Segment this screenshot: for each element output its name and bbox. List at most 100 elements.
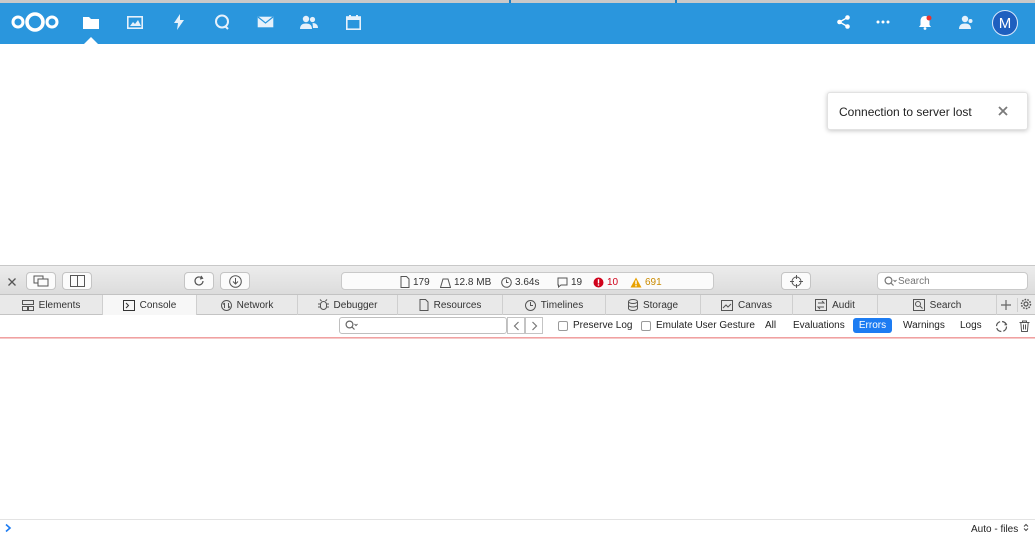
console-filter-box[interactable]: [339, 317, 507, 334]
emulate-gesture-label: Emulate User Gesture: [656, 320, 755, 331]
tab-label: Resources: [433, 299, 482, 311]
tab-audit[interactable]: Audit: [793, 295, 878, 315]
detach-window-button[interactable]: [26, 272, 56, 290]
network-icon: [220, 299, 232, 311]
resources-size[interactable]: 12.8 MB: [440, 275, 491, 289]
share-icon[interactable]: [832, 11, 854, 33]
previous-match-button[interactable]: [507, 317, 525, 334]
calendar-icon[interactable]: [342, 11, 364, 33]
tab-label: Elements: [38, 299, 81, 311]
timelines-icon: [524, 299, 536, 311]
tab-canvas[interactable]: Canvas: [701, 295, 793, 315]
download-button[interactable]: [220, 272, 250, 290]
next-match-button[interactable]: [525, 317, 543, 334]
trash-icon[interactable]: [1019, 320, 1030, 332]
filter-search-icon: [345, 320, 358, 330]
resources-size-value: 12.8 MB: [454, 276, 492, 288]
audit-icon: [815, 299, 828, 311]
tab-elements[interactable]: Elements: [0, 295, 103, 315]
image-icon[interactable]: [124, 11, 146, 33]
updown-chevron-icon: [1023, 523, 1029, 532]
devtools-tab-bar: Elements Console Network Debugger Resour…: [0, 295, 1035, 315]
tab-debugger[interactable]: Debugger: [298, 295, 398, 315]
tab-resources[interactable]: Resources: [398, 295, 503, 315]
filter-errors-button[interactable]: Errors: [853, 318, 892, 333]
logs-count-value: 19: [571, 276, 583, 288]
chat-icon[interactable]: [211, 11, 233, 33]
tab-search[interactable]: Search: [878, 295, 997, 315]
settings-gear-icon[interactable]: [1017, 298, 1032, 312]
resources-count-value: 179: [413, 276, 430, 288]
checkbox-box[interactable]: [558, 320, 568, 331]
clear-on-reload-icon[interactable]: [995, 320, 1008, 333]
nextcloud-logo[interactable]: [10, 11, 60, 33]
more-icon[interactable]: [872, 11, 894, 33]
console-prompt-bar: Auto - files: [0, 519, 1035, 535]
tab-label: Network: [236, 299, 274, 311]
console-filter-bar: Preserve Log Emulate User Gesture All Ev…: [0, 315, 1035, 337]
browser-top-strip: [0, 0, 1035, 3]
error-row-separator: [0, 337, 1035, 339]
devtools-search-box[interactable]: [877, 272, 1028, 290]
chevron-left-icon: [513, 321, 519, 330]
weight-icon: [440, 278, 451, 288]
storage-icon: [627, 299, 638, 311]
load-time[interactable]: 3.64s: [501, 275, 539, 289]
add-tab-icon[interactable]: [1000, 299, 1012, 311]
tab-network[interactable]: Network: [197, 295, 298, 315]
resources-count[interactable]: 179: [400, 275, 430, 289]
tab-label: Canvas: [738, 299, 772, 311]
inspect-element-button[interactable]: [781, 272, 811, 290]
execution-context-selector[interactable]: Auto - files: [971, 523, 1029, 535]
warnings-count[interactable]: 691: [630, 275, 662, 289]
tab-timelines[interactable]: Timelines: [503, 295, 606, 315]
toast-message: Connection to server lost: [839, 105, 972, 119]
mail-icon[interactable]: [254, 11, 276, 33]
filter-all-button[interactable]: All: [760, 318, 781, 333]
tab-label: Storage: [642, 299, 679, 311]
devtools-toolbar: 179 12.8 MB 3.64s 19 10 691: [0, 265, 1035, 295]
clock-icon: [501, 276, 512, 288]
console-icon: [122, 299, 135, 311]
search-tab-icon: [912, 299, 925, 311]
filter-evaluations-button[interactable]: Evaluations: [788, 318, 850, 333]
emulate-gesture-checkbox[interactable]: Emulate User Gesture: [641, 320, 755, 331]
contacts-menu-icon[interactable]: [954, 11, 976, 33]
bell-icon[interactable]: [914, 11, 936, 33]
preserve-log-checkbox[interactable]: Preserve Log: [558, 320, 632, 331]
lightning-icon[interactable]: [168, 11, 190, 33]
errors-count[interactable]: 10: [593, 275, 618, 289]
folder-icon[interactable]: [80, 11, 102, 33]
logs-count[interactable]: 19: [557, 275, 582, 289]
tab-console[interactable]: Console: [103, 295, 197, 315]
execution-context-label: Auto - files: [971, 524, 1019, 535]
dock-side-button[interactable]: [62, 272, 92, 290]
checkbox-box[interactable]: [641, 320, 651, 331]
devtools-search-input[interactable]: [898, 274, 1023, 288]
close-icon[interactable]: [994, 102, 1012, 120]
tab-label: Debugger: [333, 299, 378, 311]
app-header: M: [0, 0, 1035, 44]
contacts-icon[interactable]: [298, 11, 320, 33]
warnings-count-value: 691: [645, 276, 662, 288]
connection-lost-toast: Connection to server lost: [827, 92, 1028, 130]
tab-storage[interactable]: Storage: [606, 295, 701, 315]
dashboard-summary[interactable]: 179 12.8 MB 3.64s 19 10 691: [341, 272, 714, 290]
user-avatar[interactable]: M: [992, 10, 1018, 36]
tab-label: Timelines: [540, 299, 584, 311]
prompt-chevron-icon[interactable]: [4, 522, 14, 534]
tab-label: Console: [139, 299, 177, 311]
message-icon: [557, 277, 568, 288]
errors-count-value: 10: [607, 276, 619, 288]
tab-label: Audit: [832, 299, 855, 311]
filter-warnings-button[interactable]: Warnings: [898, 318, 950, 333]
filter-logs-button[interactable]: Logs: [955, 318, 987, 333]
error-icon: [593, 277, 604, 287]
document-icon: [400, 276, 410, 288]
canvas-icon: [721, 299, 734, 311]
console-filter-input[interactable]: [362, 319, 502, 332]
preserve-log-label: Preserve Log: [573, 320, 633, 331]
debugger-icon: [317, 299, 329, 310]
reload-button[interactable]: [184, 272, 214, 290]
close-devtools-icon[interactable]: [7, 276, 17, 286]
